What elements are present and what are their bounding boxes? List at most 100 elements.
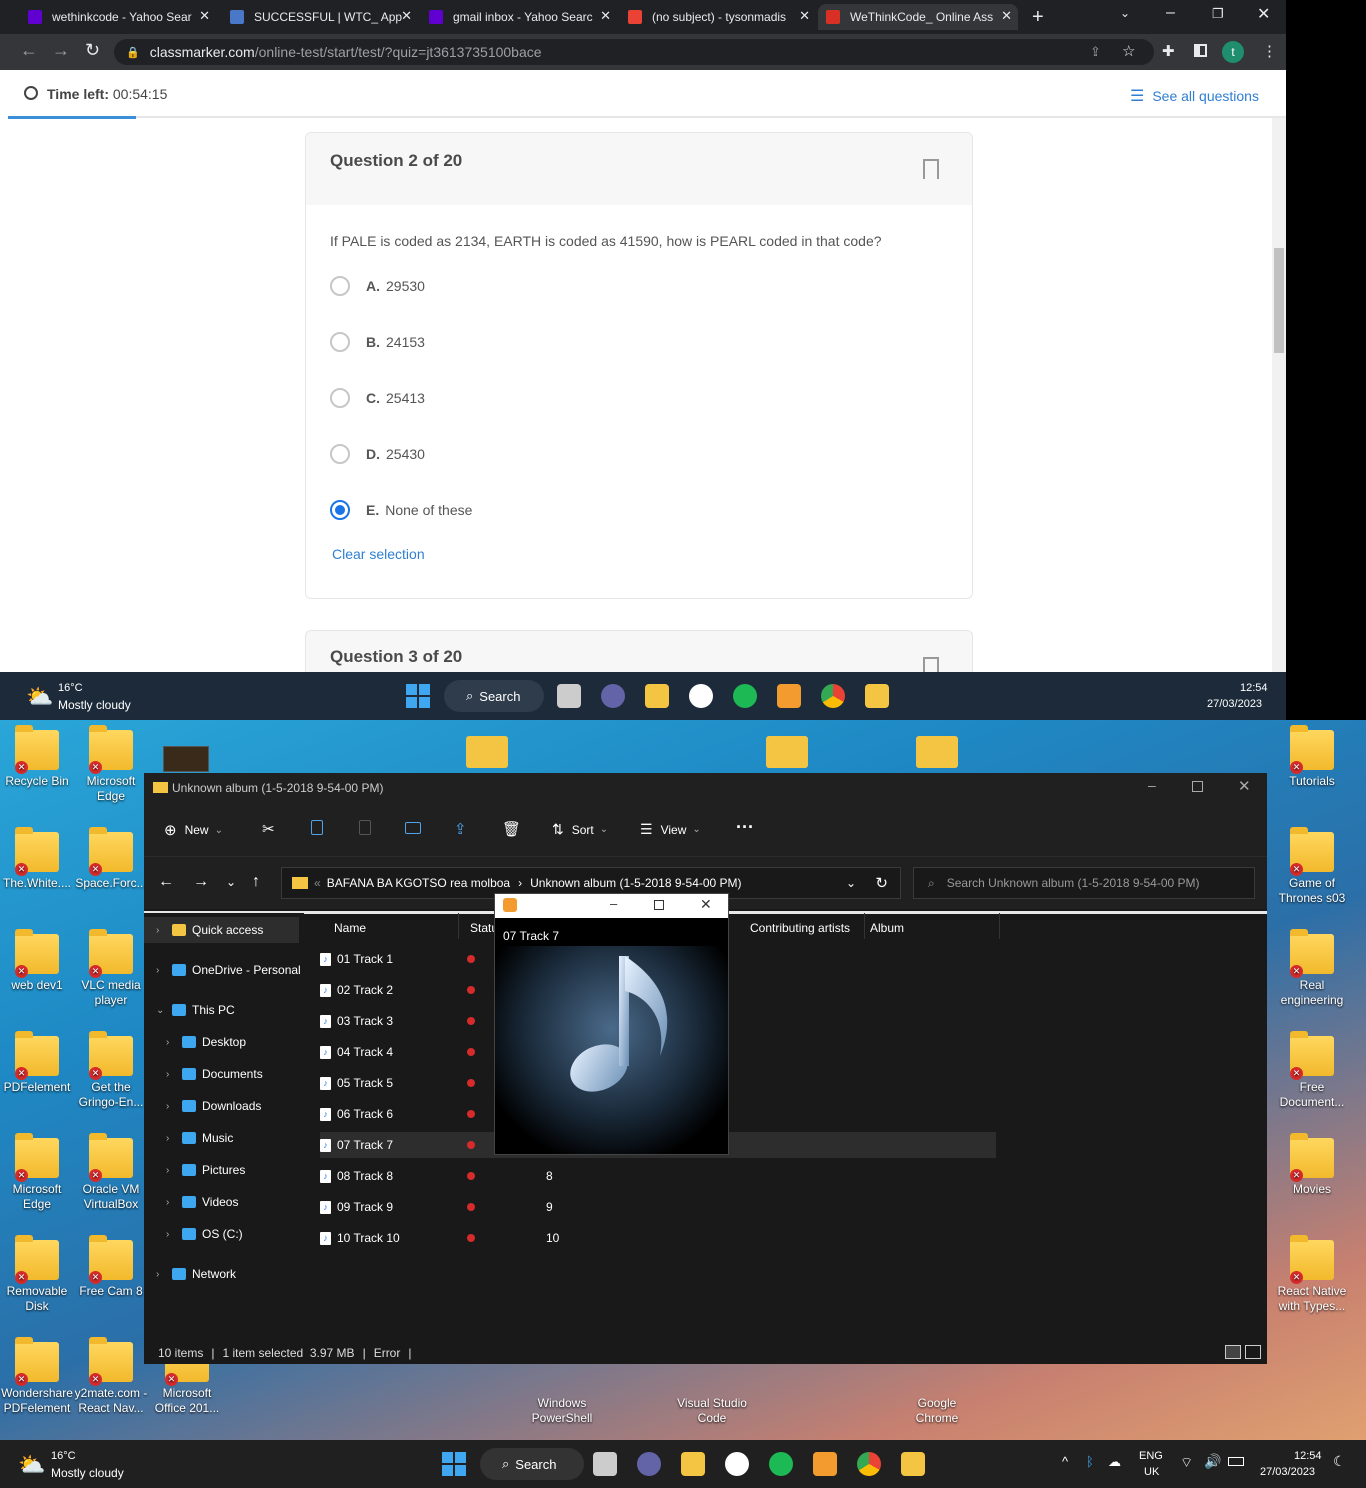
wps-icon[interactable] [689, 684, 713, 708]
browser-tab[interactable]: WeThinkCode_ Online Ass ✕ [818, 4, 1018, 30]
desktop-icon[interactable]: ✕ Game of Thrones s03 [1275, 827, 1349, 906]
new-button[interactable]: ⊕ New ⌄ [164, 821, 223, 839]
desktop-icon[interactable]: Visual Studio Code [675, 1396, 749, 1426]
answer-option[interactable]: C. 25413 [330, 388, 425, 408]
desktop-icon[interactable]: ✕ Wondershare PDFelement [0, 1337, 74, 1416]
task-view-icon[interactable] [593, 1452, 617, 1476]
desktop-icon[interactable]: ✕ y2mate.com - React Nav... [74, 1337, 148, 1416]
paste-icon[interactable] [359, 820, 371, 835]
nav-item[interactable]: › Network [144, 1261, 304, 1287]
radio-button[interactable] [330, 388, 350, 408]
scrollbar-thumb[interactable] [1274, 248, 1284, 353]
column-contributing-artists[interactable]: Contributing artists [750, 921, 850, 935]
desktop-icon[interactable]: ✕ VLC media player [74, 929, 148, 1008]
nav-item[interactable]: › Pictures [144, 1157, 304, 1183]
folder-icon[interactable] [766, 736, 808, 768]
desktop-icon[interactable]: ✕ Space.Forc... [74, 827, 148, 891]
teams-icon[interactable] [637, 1452, 661, 1476]
bookmark-icon[interactable] [923, 159, 939, 179]
volume-icon[interactable]: 🔊 [1204, 1453, 1221, 1470]
language-bottom[interactable]: UK [1144, 1466, 1159, 1478]
radio-button[interactable] [330, 332, 350, 352]
minimize-icon[interactable]: – [610, 896, 617, 911]
desktop-icon[interactable]: ✕ Microsoft Edge [0, 1133, 74, 1212]
tiles-view-icon[interactable] [1245, 1345, 1261, 1359]
rename-icon[interactable] [405, 822, 421, 834]
sort-button[interactable]: ⇅ Sort ⌄ [552, 821, 608, 838]
desktop-icon[interactable]: ✕ Oracle VM VirtualBox [74, 1133, 148, 1212]
wps-icon[interactable] [725, 1452, 749, 1476]
media-player-icon[interactable] [813, 1452, 837, 1476]
teams-icon[interactable] [601, 684, 625, 708]
radio-button[interactable] [330, 276, 350, 296]
nav-item[interactable]: › Desktop [144, 1029, 304, 1055]
side-panel-icon[interactable] [1194, 44, 1207, 57]
maximize-icon[interactable] [1192, 781, 1203, 792]
taskbar-search[interactable]: ⌕ Search [444, 680, 544, 712]
spotify-icon[interactable] [733, 684, 757, 708]
folder-app-icon[interactable] [901, 1452, 925, 1476]
recent-chevron-icon[interactable]: ⌄ [226, 875, 236, 889]
close-tab-icon[interactable]: ✕ [600, 8, 611, 24]
desktop-icon[interactable]: ✕ Free Document... [1275, 1031, 1349, 1110]
minimize-icon[interactable]: – [1148, 777, 1156, 793]
expand-chevron-icon[interactable]: › [166, 1197, 178, 1208]
restore-icon[interactable]: ❐ [1212, 6, 1224, 22]
menu-icon[interactable]: ⋮ [1262, 42, 1277, 60]
do-not-disturb-icon[interactable]: ☾ [1333, 1453, 1346, 1470]
nav-item[interactable]: ⌄ This PC [144, 997, 304, 1023]
folder-icon[interactable] [916, 736, 958, 768]
answer-option[interactable]: E. None of these [330, 500, 472, 520]
desktop-icon[interactable]: ✕ Movies [1275, 1133, 1349, 1197]
bluetooth-icon[interactable]: ᛒ [1086, 1454, 1094, 1469]
desktop-icon[interactable]: ✕ PDFelement [0, 1031, 74, 1095]
close-icon[interactable]: ✕ [1238, 777, 1251, 795]
onedrive-icon[interactable]: ☁ [1108, 1454, 1121, 1470]
expand-chevron-icon[interactable]: › [166, 1037, 178, 1048]
new-tab-button[interactable]: + [1032, 6, 1044, 29]
folder-app-icon[interactable] [865, 684, 889, 708]
close-tab-icon[interactable]: ✕ [799, 8, 810, 24]
desktop-icon[interactable]: ✕ Recycle Bin [0, 725, 74, 789]
nav-item[interactable]: › Quick access [144, 917, 299, 943]
back-icon[interactable]: ← [158, 873, 174, 891]
desktop-icon[interactable]: ✕ web dev1 [0, 929, 74, 993]
more-options-icon[interactable]: ··· [736, 817, 754, 838]
answer-option[interactable]: B. 24153 [330, 332, 425, 352]
start-button[interactable] [442, 1452, 466, 1476]
expand-chevron-icon[interactable]: › [166, 1229, 178, 1240]
cut-icon[interactable]: ✂ [262, 820, 275, 838]
forward-icon[interactable]: → [52, 40, 70, 61]
nav-item[interactable]: › Downloads [144, 1093, 304, 1119]
desktop-icon[interactable]: ✕ Get the Gringo-En... [74, 1031, 148, 1110]
desktop-icon[interactable]: ✕ The.White.... [0, 827, 74, 891]
extensions-icon[interactable]: ✚ [1162, 42, 1175, 60]
file-row[interactable]: ♪ 09 Track 9 9 [320, 1194, 996, 1220]
forward-icon[interactable]: → [193, 873, 209, 891]
battery-icon[interactable] [1228, 1457, 1244, 1466]
nav-item[interactable]: › Videos [144, 1189, 304, 1215]
chrome-icon[interactable] [821, 684, 845, 708]
profile-avatar[interactable]: t [1222, 41, 1244, 63]
page-scrollbar[interactable] [1272, 118, 1286, 672]
view-button[interactable]: ☰ View ⌄ [640, 821, 701, 838]
see-all-questions-link[interactable]: ☰ See all questions [1130, 86, 1259, 106]
copy-icon[interactable] [311, 820, 323, 835]
reload-icon[interactable]: ↻ [85, 40, 100, 61]
file-explorer-icon[interactable] [681, 1452, 705, 1476]
expand-chevron-icon[interactable]: › [156, 965, 168, 976]
browser-tab[interactable]: gmail inbox - Yahoo Searc ✕ [421, 4, 617, 30]
chrome-icon[interactable] [857, 1452, 881, 1476]
expand-chevron-icon[interactable]: › [156, 1269, 168, 1280]
video-thumbnail-icon[interactable] [163, 746, 209, 772]
close-tab-icon[interactable]: ✕ [401, 8, 412, 24]
folder-icon[interactable] [466, 736, 508, 768]
expand-chevron-icon[interactable]: › [166, 1101, 178, 1112]
expand-chevron-icon[interactable]: › [166, 1069, 178, 1080]
radio-button[interactable] [330, 500, 350, 520]
desktop-icon[interactable]: Google Chrome [900, 1396, 974, 1426]
address-bar[interactable]: 🔒 classmarker.com/online-test/start/test… [114, 39, 1154, 65]
browser-tab[interactable]: (no subject) - tysonmadis ✕ [620, 4, 816, 30]
breadcrumb-parent[interactable]: BAFANA BA KGOTSO rea molboa [327, 876, 510, 890]
language-top[interactable]: ENG [1139, 1450, 1163, 1462]
